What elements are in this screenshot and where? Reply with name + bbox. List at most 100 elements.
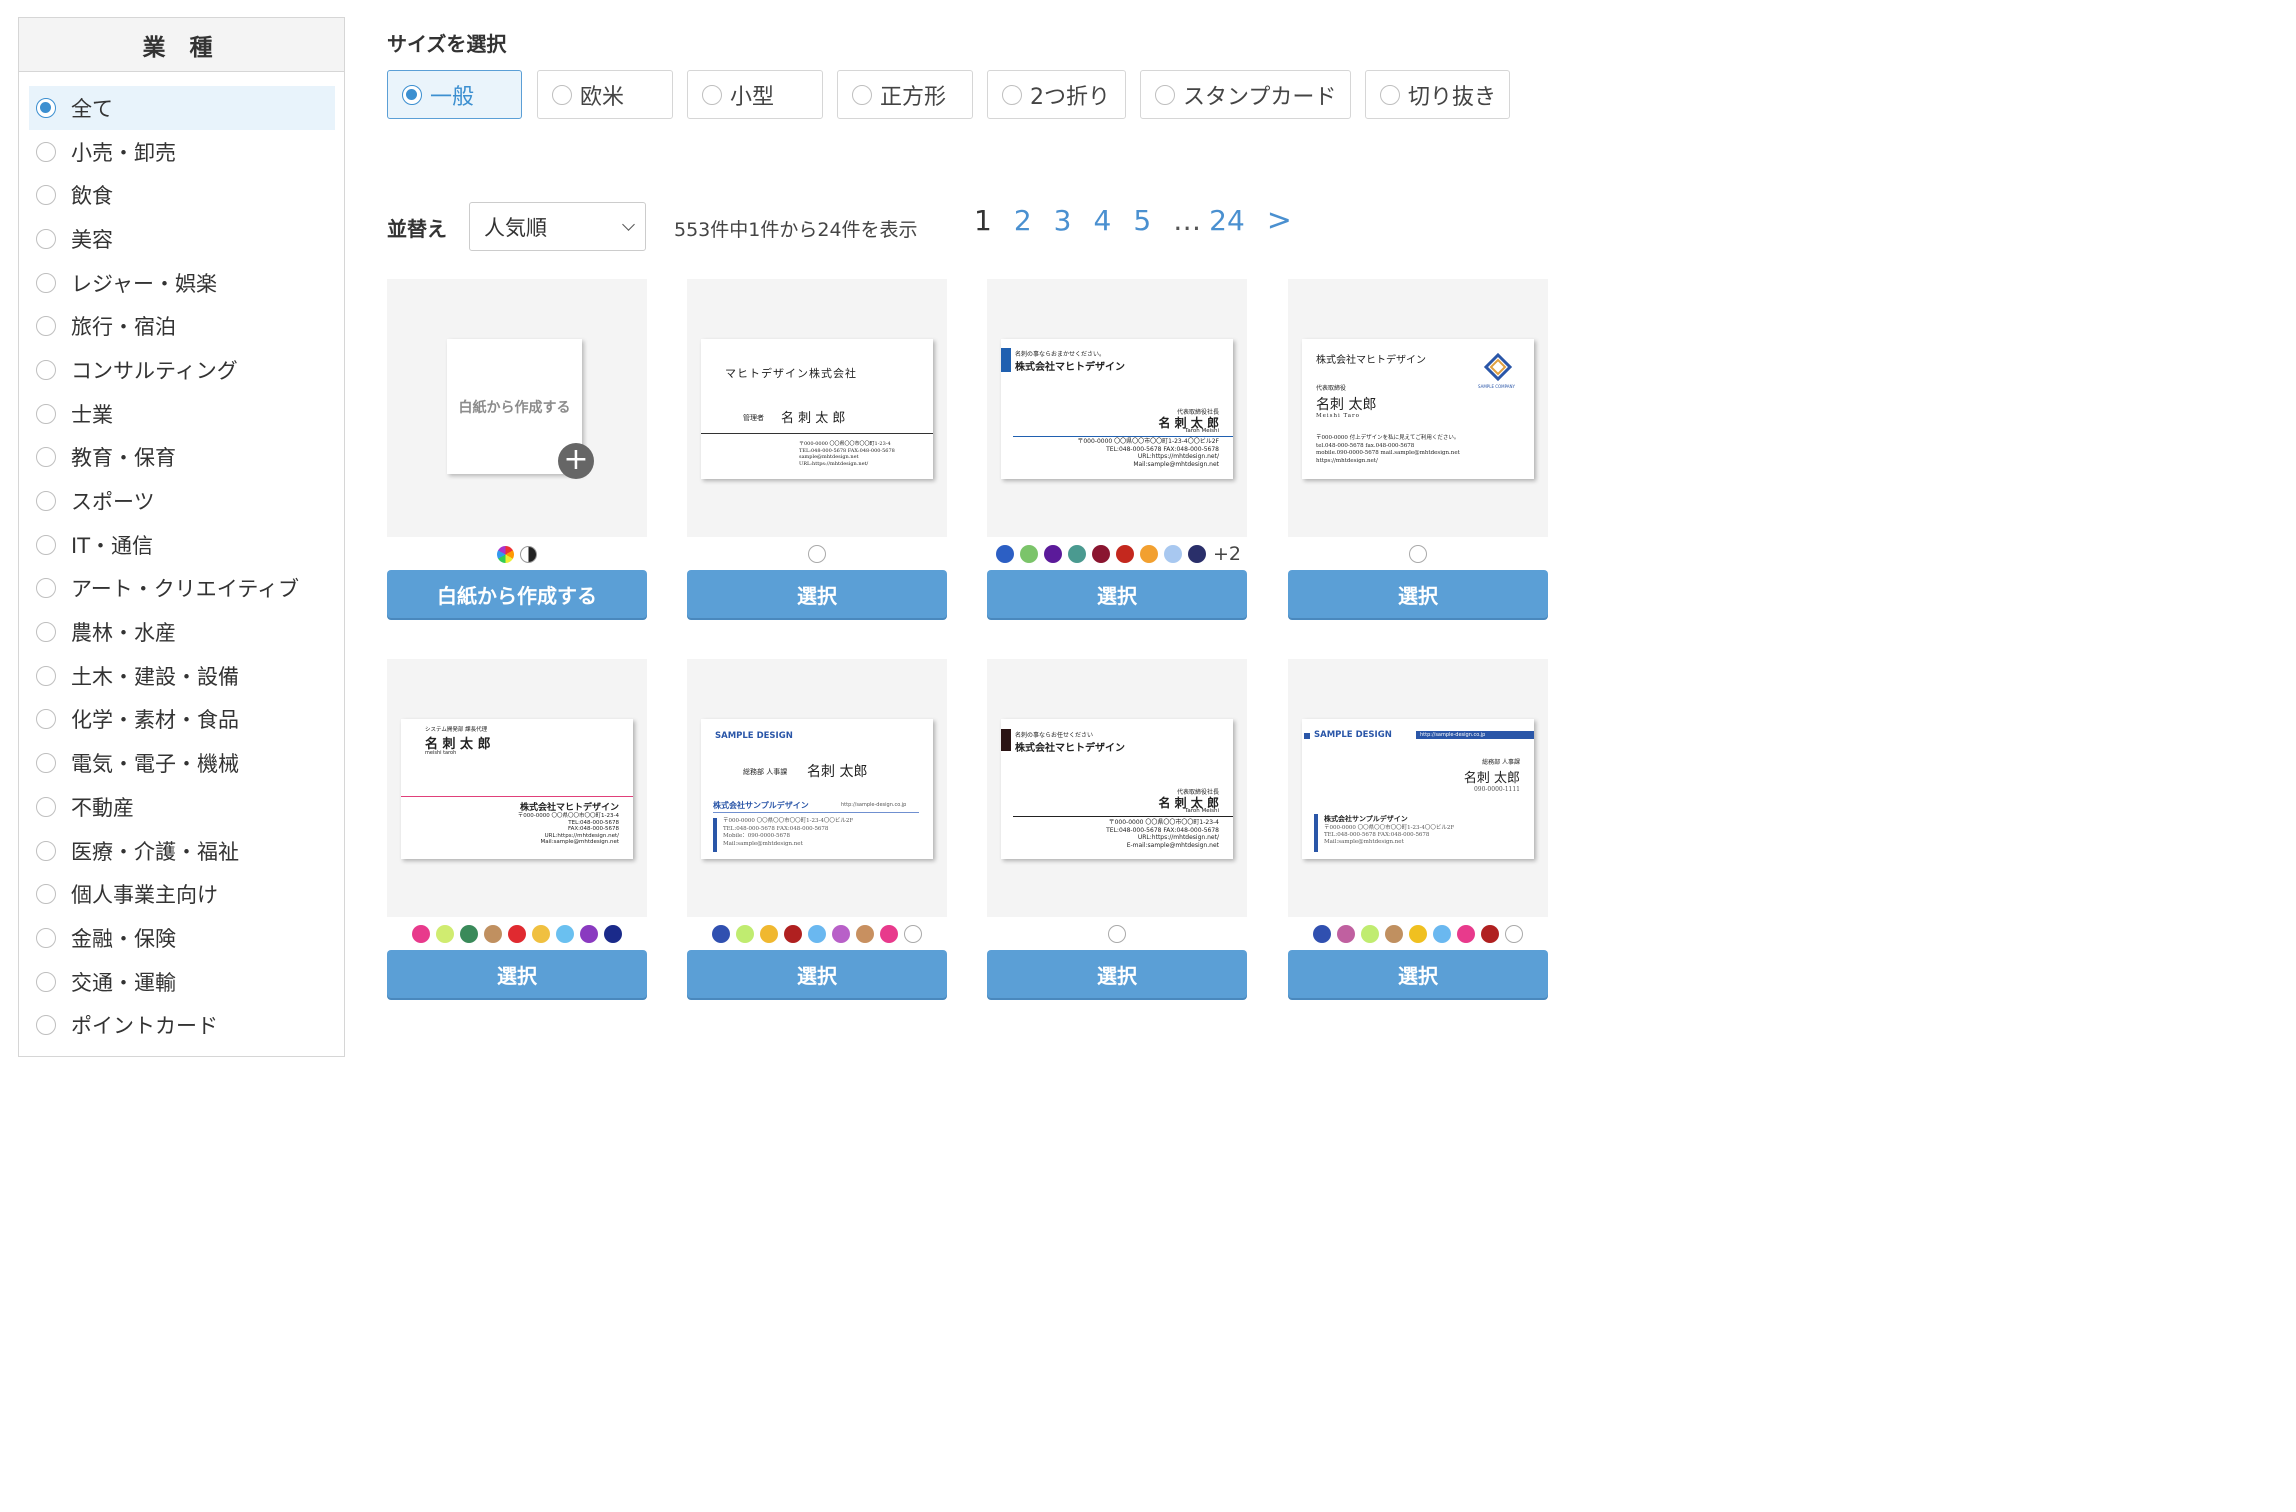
template-thumbnail[interactable]: 名刺の事ならお任せください 株式会社マヒトデザイン 代表取締役社長 名 刺 太 …: [987, 659, 1247, 917]
create-blank-button[interactable]: 白紙から作成する: [387, 570, 647, 618]
industry-option[interactable]: 土木・建設・設備: [29, 654, 335, 698]
size-option[interactable]: 2つ折り: [987, 70, 1126, 119]
color-swatch[interactable]: [460, 925, 478, 943]
size-option[interactable]: 欧米: [537, 70, 673, 119]
monochrome-mode-icon[interactable]: [520, 545, 537, 563]
template-thumbnail[interactable]: システム開発部 課長代理 名 刺 太 郎 meishi taroh 株式会社マヒ…: [387, 659, 647, 917]
size-option[interactable]: 正方形: [837, 70, 973, 119]
industry-option[interactable]: 金融・保険: [29, 916, 335, 960]
size-option[interactable]: 小型: [687, 70, 823, 119]
color-swatch[interactable]: [880, 925, 898, 943]
color-swatch[interactable]: [1115, 545, 1134, 563]
select-button[interactable]: 選択: [987, 950, 1247, 998]
color-swatch[interactable]: [1067, 545, 1086, 563]
industry-option[interactable]: コンサルティング: [29, 348, 335, 392]
color-swatch[interactable]: [856, 925, 874, 943]
color-swatch[interactable]: [604, 925, 622, 943]
size-option[interactable]: スタンプカード: [1140, 70, 1351, 119]
industry-option-label: 個人事業主向け: [71, 883, 218, 908]
color-swatch[interactable]: [484, 925, 502, 943]
page-link-last[interactable]: 24: [1209, 204, 1245, 237]
color-swatch[interactable]: [580, 925, 598, 943]
color-swatch[interactable]: [1337, 925, 1355, 943]
color-swatch[interactable]: [1019, 545, 1038, 563]
template-thumbnail[interactable]: SAMPLE DESIGN http://sample-design.co.jp…: [1288, 659, 1548, 917]
template-thumbnail[interactable]: マヒトデザイン株式会社 管理者 名 刺 太 郎 〒000-0000 〇〇県〇〇市…: [687, 279, 947, 537]
color-swatch[interactable]: [808, 545, 826, 563]
color-swatch[interactable]: [1457, 925, 1475, 943]
radio-icon: [852, 84, 872, 105]
color-swatch[interactable]: [1163, 545, 1182, 563]
industry-option[interactable]: 電気・電子・機械: [29, 741, 335, 785]
color-swatch[interactable]: [760, 925, 778, 943]
select-button[interactable]: 選択: [687, 950, 947, 998]
color-swatch[interactable]: [1433, 925, 1451, 943]
card-accent-bar: [713, 818, 717, 852]
color-swatch[interactable]: [904, 925, 922, 943]
color-swatch[interactable]: [508, 925, 526, 943]
industry-option[interactable]: 農林・水産: [29, 610, 335, 654]
industry-option[interactable]: 全て: [29, 86, 335, 130]
next-page-icon[interactable]: >: [1267, 203, 1292, 238]
industry-option[interactable]: 化学・素材・食品: [29, 698, 335, 742]
select-button[interactable]: 選択: [687, 570, 947, 618]
page-link[interactable]: 4: [1093, 204, 1111, 237]
color-swatch[interactable]: [1187, 545, 1206, 563]
radio-icon: [1380, 84, 1400, 105]
color-swatch[interactable]: [1361, 925, 1379, 943]
template-thumbnail[interactable]: 株式会社マヒトデザイン 代表取締役 名刺 太郎 Meishi Taro SAMP…: [1288, 279, 1548, 537]
industry-option[interactable]: 不動産: [29, 785, 335, 829]
select-button[interactable]: 選択: [1288, 570, 1548, 618]
template-thumbnail[interactable]: 白紙から作成する +: [387, 279, 647, 537]
template-thumbnail[interactable]: 名刺の事ならおまかせください。 株式会社マヒトデザイン 代表取締役社長 名 刺 …: [987, 279, 1247, 537]
color-swatch[interactable]: [832, 925, 850, 943]
color-swatch[interactable]: [1108, 925, 1126, 943]
color-mode-icon[interactable]: [497, 545, 514, 563]
more-colors-count[interactable]: +2: [1213, 543, 1241, 565]
color-swatch[interactable]: [532, 925, 550, 943]
color-swatch[interactable]: [1385, 925, 1403, 943]
industry-option[interactable]: 教育・保育: [29, 436, 335, 480]
plus-icon[interactable]: +: [558, 443, 594, 479]
color-swatch[interactable]: [736, 925, 754, 943]
select-button[interactable]: 選択: [387, 950, 647, 998]
card-name: 名刺 太郎: [807, 764, 868, 780]
color-swatch[interactable]: [1043, 545, 1062, 563]
color-swatch[interactable]: [412, 925, 430, 943]
industry-option[interactable]: 飲食: [29, 173, 335, 217]
industry-option[interactable]: アート・クリエイティブ: [29, 567, 335, 611]
industry-option[interactable]: 旅行・宿泊: [29, 304, 335, 348]
color-swatch[interactable]: [712, 925, 730, 943]
industry-option[interactable]: 小売・卸売: [29, 130, 335, 174]
industry-option[interactable]: ポイントカード: [29, 1003, 335, 1047]
color-swatch[interactable]: [784, 925, 802, 943]
industry-option[interactable]: スポーツ: [29, 479, 335, 523]
page-link[interactable]: 3: [1054, 204, 1072, 237]
color-swatch[interactable]: [1481, 925, 1499, 943]
color-swatch[interactable]: [1313, 925, 1331, 943]
color-swatch[interactable]: [1409, 925, 1427, 943]
industry-option[interactable]: IT・通信: [29, 523, 335, 567]
color-swatch[interactable]: [1409, 545, 1427, 563]
select-button[interactable]: 選択: [1288, 950, 1548, 998]
color-swatch[interactable]: [556, 925, 574, 943]
sort-select[interactable]: 人気順: [469, 202, 646, 251]
page-link[interactable]: 5: [1133, 204, 1151, 237]
industry-option[interactable]: 士業: [29, 392, 335, 436]
color-swatch[interactable]: [808, 925, 826, 943]
industry-option[interactable]: レジャー・娯楽: [29, 261, 335, 305]
industry-option[interactable]: 個人事業主向け: [29, 872, 335, 916]
industry-option[interactable]: 美容: [29, 217, 335, 261]
industry-option[interactable]: 医療・介護・福祉: [29, 829, 335, 873]
select-button[interactable]: 選択: [987, 570, 1247, 618]
page-link[interactable]: 2: [1014, 204, 1032, 237]
size-option[interactable]: 切り抜き: [1365, 70, 1510, 119]
color-swatch[interactable]: [995, 545, 1014, 563]
size-option[interactable]: 一般: [387, 70, 522, 119]
color-swatch[interactable]: [436, 925, 454, 943]
template-thumbnail[interactable]: SAMPLE DESIGN 総務部 人事課 名刺 太郎 株式会社サンプルデザイン…: [687, 659, 947, 917]
industry-option[interactable]: 交通・運輸: [29, 960, 335, 1004]
color-swatch[interactable]: [1139, 545, 1158, 563]
color-swatch[interactable]: [1091, 545, 1110, 563]
color-swatch[interactable]: [1505, 925, 1523, 943]
